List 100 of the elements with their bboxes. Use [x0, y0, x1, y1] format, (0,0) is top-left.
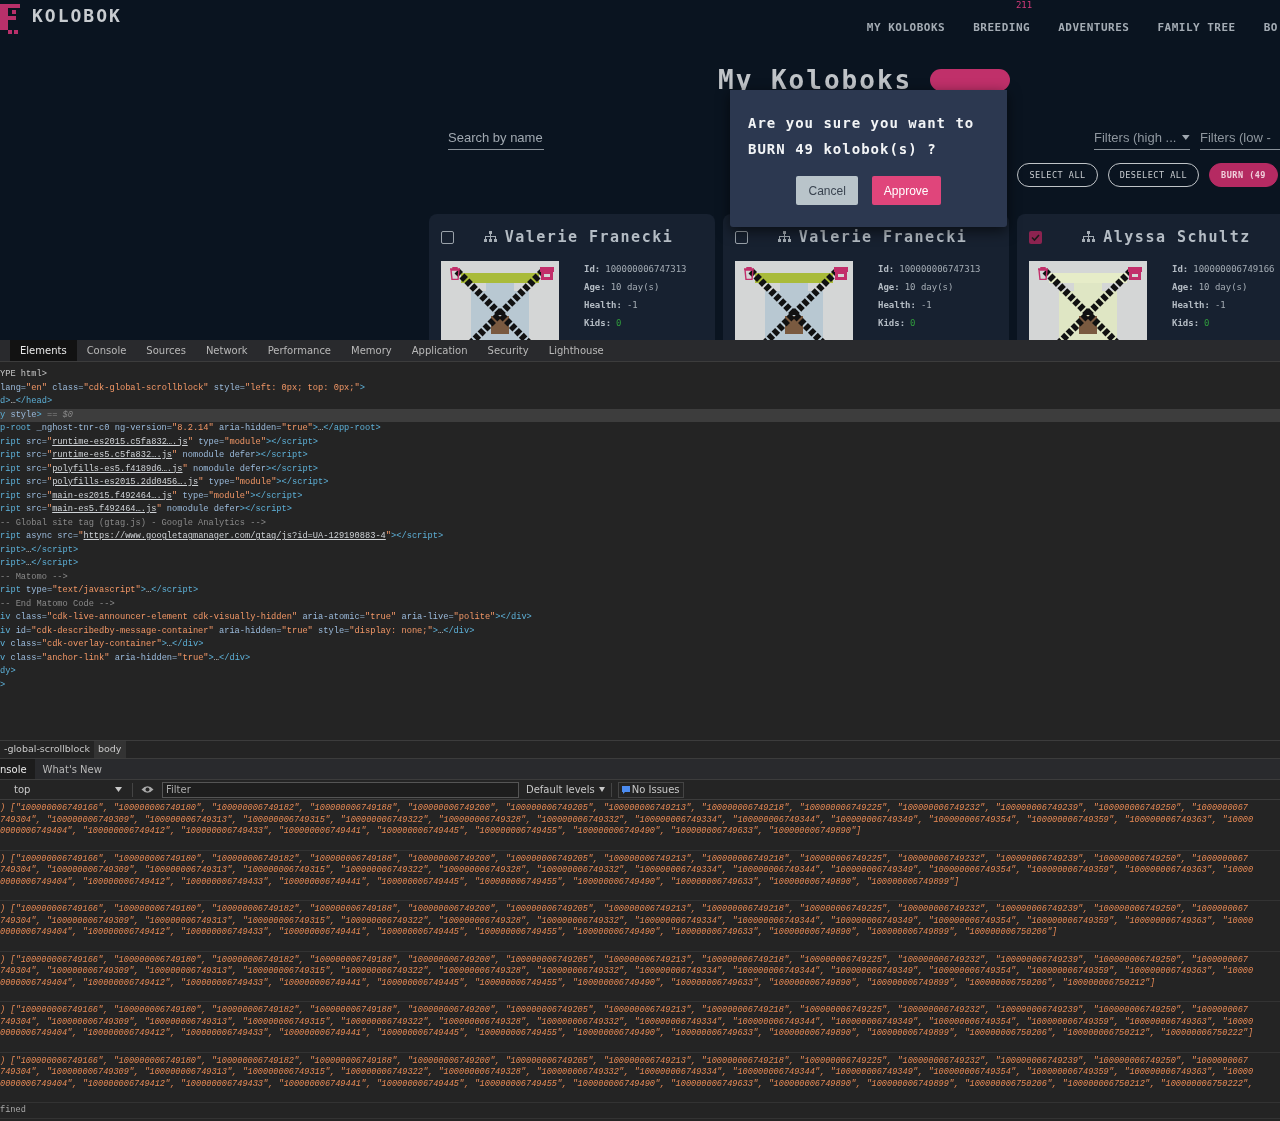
dialog-button[interactable]: Approve — [871, 176, 941, 205]
code-line[interactable]: > — [0, 678, 1280, 692]
console-line: ) ["100000006749166", "100000006749180", "100000006749182", "100000006749188", "100000006749200", "100000006749205", "100000006749213", "100000006749218", "100000006749225", "100000006749232", "100000006749239", "100000006749250", "1000000067 — [0, 1055, 1249, 1067]
filter-dropdown[interactable]: Filters (high ... — [1094, 127, 1190, 150]
trash-icon[interactable] — [1037, 266, 1049, 280]
stat-value: 100000006747313 — [605, 262, 687, 276]
stat-value: 0 — [1204, 316, 1210, 330]
console-line: 0000006749404", "100000006749412", "100000006749433", "100000006749441", "100000006749445", "100000006749455", "100000006749490", "100000006749633", "100000006749890", "100000006749899", "100000006750206", "100000006750212", "100000006750222"] — [0, 1028, 1255, 1040]
console-line: ) ["100000006749166", "100000006749180", "100000006749182", "100000006749188", "100000006749200", "100000006749205", "100000006749213", "100000006749218", "100000006749225", "100000006749232", "100000006749239", "100000006749250", "1000000067 — [0, 803, 1249, 815]
devtools-tab[interactable]: Memory — [341, 340, 402, 361]
nav-link[interactable]: BREEDING — [973, 21, 1031, 34]
console-line: 0000006749404", "100000006749412", "100000006749433", "100000006749441", "100000006749445", "100000006749455", "100000006749490", "100000006749633", "100000006749890", "100000006749899", "100000006750206", "100000006750212"] — [0, 977, 1157, 989]
shop-icon[interactable] — [833, 266, 849, 280]
stat-value: 100000006747313 — [899, 262, 981, 276]
devtools-tab[interactable]: Sources — [136, 340, 196, 361]
nav-link[interactable]: ADVENTURES — [1058, 21, 1130, 34]
console-line: 0000006749404", "100000006749412", "100000006749433", "100000006749441", "100000006749445", "100000006749455", "100000006749490", "100000006749633", "100000006749890", "100000006749899"] — [0, 876, 961, 888]
stat-label: Kids: — [878, 316, 906, 330]
console-line: 0000006749404", "100000006749412", "100000006749433", "100000006749441", "100000006749445", "100000006749455", "100000006749490", "100000006749633", "100000006749890", "100000006749899", "100000006750206"] — [0, 927, 1059, 939]
drawer-tab[interactable]: nsole — [0, 759, 35, 779]
console-line: 0000006749404", "100000006749412", "100000006749433", "100000006749441", "100000006749445", "100000006749455", "100000006749490", "100000006749633", "100000006749890", "100000006749899", "100000006750206", "100000006750212", "100000006750222", — [0, 1078, 1255, 1090]
issues-button[interactable]: No Issues — [617, 781, 684, 798]
code-line[interactable]: -- End Matomo Code --> — [0, 597, 1280, 611]
code-line[interactable]: iv class="cdk-live-announcer-element cdk-visually-hidden" aria-atomic="true" aria-live="polite"></div> — [0, 611, 1280, 625]
devtools-tab[interactable]: Application — [401, 340, 478, 361]
code-line[interactable]: ript src="polyfills-es5.f4189d6….js" nomodule defer></script> — [0, 462, 1280, 476]
checkbox[interactable] — [735, 230, 748, 244]
context-dropdown[interactable]: top — [14, 782, 124, 797]
stat-value: -1 — [920, 298, 932, 312]
stat-value: 10 day(s) — [610, 280, 660, 294]
stat-label: Health: — [584, 298, 622, 312]
stat-label: Kids: — [1172, 316, 1200, 330]
devtools-tab[interactable]: Network — [195, 340, 258, 361]
code-line[interactable]: ript>…</script> — [0, 557, 1280, 571]
code-line[interactable]: ript>…</script> — [0, 543, 1280, 557]
kolobok-name: Valerie Franecki — [798, 227, 968, 248]
code-line[interactable]: dy> — [0, 665, 1280, 679]
console-line: ) ["100000006749166", "100000006749180", "100000006749182", "100000006749188", "100000006749200", "100000006749205", "100000006749213", "100000006749218", "100000006749225", "100000006749232", "100000006749239", "100000006749250", "1000000067 — [0, 853, 1249, 865]
filter-field[interactable]: Filter — [162, 781, 519, 798]
trash-icon[interactable] — [449, 266, 461, 280]
hierarchy-icon — [1082, 231, 1096, 244]
drawer-tab[interactable]: What's New — [34, 759, 110, 779]
code-line[interactable]: ript src="runtime-es5.c5fa832….js" nomodule defer></script> — [0, 449, 1280, 463]
code-line[interactable]: lang="en" class="cdk-global-scrollblock" style="left: 0px; top: 0px;"> — [0, 381, 1280, 395]
hierarchy-icon — [777, 231, 791, 244]
devtools-tab[interactable]: Performance — [257, 340, 342, 361]
dialog-button[interactable]: Cancel — [796, 176, 858, 205]
dialog-message: Are you sure you want to BURN 49 kolobok(s) ? — [748, 114, 976, 159]
stat-value: 10 day(s) — [904, 280, 954, 294]
devtools-tab[interactable]: Lighthouse — [538, 340, 614, 361]
devtools-tab[interactable]: Security — [477, 340, 539, 361]
code-line[interactable]: v class="cdk-overlay-container">…</div> — [0, 638, 1280, 652]
stat-value: 100000006749166 — [1193, 262, 1275, 276]
stat-label: Kids: — [584, 316, 612, 330]
code-line[interactable]: ript type="text/javascript">…</script> — [0, 584, 1280, 598]
breadcrumb[interactable]: -global-scrollblock — [0, 741, 94, 758]
code-line[interactable]: -- Matomo --> — [0, 570, 1280, 584]
devtools-tab[interactable]: Elements — [10, 340, 77, 361]
code-line[interactable]: ript src="runtime-es2015.c5fa832….js" type="module"></script> — [0, 435, 1280, 449]
pill-button[interactable] — [930, 69, 1011, 91]
console-line: 749304", "100000006749309", "100000006749313", "100000006749315", "100000006749322", "100000006749328", "100000006749332", "100000006749334", "100000006749344", "100000006749349", "100000006749354", "100000006749359", "100000006749363", "10000 — [0, 1016, 1255, 1028]
code-line[interactable]: ript src="main-es2015.f492464….js" type="module"></script> — [0, 489, 1280, 503]
eye-icon[interactable] — [141, 785, 154, 794]
stat-label: Age: — [878, 280, 900, 294]
code-line[interactable]: YPE html> — [0, 368, 1280, 382]
console-line: ) ["100000006749166", "100000006749180", "100000006749182", "100000006749188", "100000006749200", "100000006749205", "100000006749213", "100000006749218", "100000006749225", "100000006749232", "100000006749239", "100000006749250", "1000000067 — [0, 1005, 1249, 1017]
console-line: 749304", "100000006749309", "100000006749313", "100000006749315", "100000006749322", "100000006749328", "100000006749332", "100000006749334", "100000006749344", "100000006749349", "100000006749354", "100000006749359", "100000006749363", "10000 — [0, 915, 1255, 927]
action-button[interactable]: BURN (49 — [1209, 163, 1278, 187]
code-line[interactable]: p-root _nghost-tnr-c0 ng-version="8.2.14" aria-hidden="true">…</app-root> — [0, 422, 1280, 436]
count-label: 211 — [1015, 0, 1033, 12]
stat-label: Id: — [1172, 262, 1189, 276]
code-line[interactable]: v class="anchor-link" aria-hidden="true">…</div> — [0, 651, 1280, 665]
devtools-tab[interactable]: Console — [76, 340, 137, 361]
shop-icon[interactable] — [1127, 266, 1143, 280]
levels-dropdown[interactable]: Default levels — [526, 782, 605, 797]
console-line: ) ["100000006749166", "100000006749180", "100000006749182", "100000006749188", "100000006749200", "100000006749205", "100000006749213", "100000006749218", "100000006749225", "100000006749232", "100000006749239", "100000006749250", "1000000067 — [0, 954, 1249, 966]
nav-link[interactable]: FAMILY TREE — [1157, 21, 1236, 34]
checkbox[interactable] — [1029, 230, 1042, 244]
caret-icon — [115, 787, 122, 792]
code-line[interactable]: ript src="polyfills-es2015.2dd0456….js" type="module"></script> — [0, 476, 1280, 490]
breadcrumb[interactable]: body — [94, 741, 126, 758]
nav-link[interactable]: MY KOLOBOKS — [866, 21, 946, 34]
stat-value: -1 — [1214, 298, 1226, 312]
code-line[interactable]: d>…</head> — [0, 395, 1280, 409]
nav-link[interactable]: BO — [1263, 21, 1278, 34]
shop-icon[interactable] — [539, 266, 555, 280]
code-line[interactable]: iv id="cdk-describedby-message-container" aria-hidden="true" style="display: none;">…</div> — [0, 624, 1280, 638]
console-line: 749304", "100000006749309", "100000006749313", "100000006749315", "100000006749322", "100000006749328", "100000006749332", "100000006749334", "100000006749344", "100000006749349", "100000006749354", "100000006749359", "100000006749363", "10000 — [0, 865, 1255, 877]
search-field[interactable]: Search by name — [448, 127, 544, 150]
code-line[interactable]: ript async src="https://www.googletagmanager.com/gtag/js?id=UA-129190883-4"></script> — [0, 530, 1280, 544]
stat-value: -1 — [626, 298, 638, 312]
trash-icon[interactable] — [743, 266, 755, 280]
checkbox[interactable] — [441, 230, 454, 244]
console-line: 749304", "100000006749309", "100000006749313", "100000006749315", "100000006749322", "100000006749328", "100000006749332", "100000006749334", "100000006749344", "100000006749349", "100000006749354", "100000006749359", "100000006749363", "10000 — [0, 966, 1255, 978]
stat-label: Health: — [1172, 298, 1210, 312]
stat-value: 0 — [616, 316, 622, 330]
code-line[interactable]: -- Global site tag (gtag.js) - Google Analytics --> — [0, 516, 1280, 530]
logo-text[interactable]: KOLOBOK — [32, 1, 122, 29]
filter-dropdown[interactable]: Filters (low - — [1200, 127, 1280, 150]
code-line[interactable]: ript src="main-es5.f492464….js" nomodule defer></script> — [0, 503, 1280, 517]
